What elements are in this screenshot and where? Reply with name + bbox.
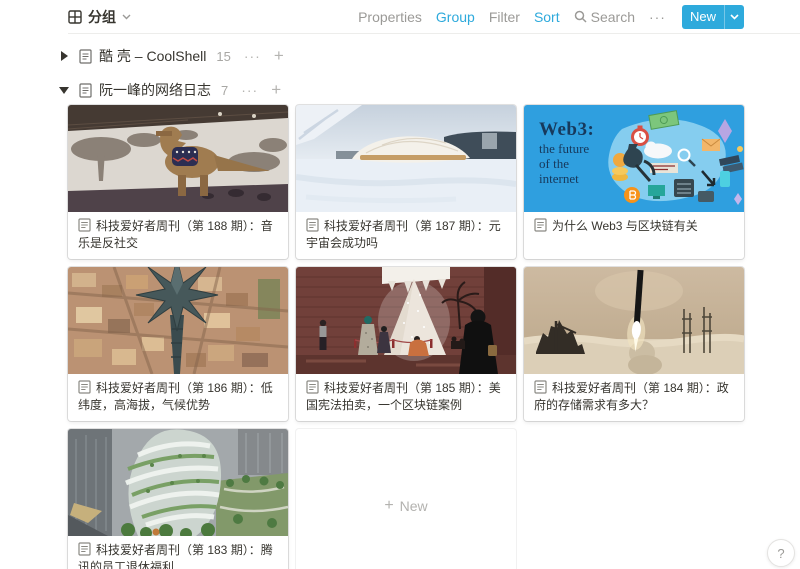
gallery-card[interactable]: 科技爱好者周刊（第 187 期）：元宇宙会成功吗	[296, 105, 516, 259]
card-title-row: 科技爱好者周刊（第 185 期）：美国宪法拍卖，一个区块链案例	[296, 374, 516, 418]
page-icon	[79, 83, 92, 98]
card-title: 科技爱好者周刊（第 184 期）：政府的存储需求有多大？	[534, 381, 729, 412]
question-mark-icon: ?	[777, 546, 784, 561]
card-title-row: 科技爱好者周刊（第 188 期）：音乐是反社交	[68, 212, 288, 256]
gallery-view-page: 分组 Properties Group Filter Sort Search ·…	[0, 0, 800, 569]
group-name[interactable]: 阮一峰的网络日志	[99, 80, 211, 100]
card-title-row: 科技爱好者周刊（第 183 期）：腾讯的员工退休福利	[68, 536, 288, 569]
plus-icon: +	[384, 497, 393, 515]
new-button-dropdown[interactable]	[724, 5, 744, 29]
card-title-row: 为什么 Web3 与区块链有关	[524, 212, 744, 239]
triangle-down-icon	[59, 87, 69, 94]
card-title: 科技爱好者周刊（第 186 期）：低纬度，高海拔，气候优势	[78, 381, 273, 412]
document-icon	[306, 218, 319, 232]
card-cover-rocket	[524, 267, 744, 374]
gallery-card[interactable]: 科技爱好者周刊（第 186 期）：低纬度，高海拔，气候优势	[68, 267, 288, 421]
group-name[interactable]: 酷 壳 – CoolShell	[99, 46, 206, 66]
group-button[interactable]: Group	[436, 9, 475, 25]
gallery-view-icon	[68, 10, 82, 24]
gallery-card[interactable]: 科技爱好者周刊（第 185 期）：美国宪法拍卖，一个区块链案例	[296, 267, 516, 421]
card-cover-helix-building	[68, 429, 288, 536]
group-count: 15	[216, 49, 230, 64]
properties-button[interactable]: Properties	[358, 9, 422, 25]
card-title-row: 科技爱好者周刊（第 187 期）：元宇宙会成功吗	[296, 212, 516, 256]
document-icon	[78, 542, 91, 556]
new-card-label: New	[400, 498, 428, 514]
triangle-right-icon	[61, 51, 68, 61]
filter-button[interactable]: Filter	[489, 9, 520, 25]
document-icon	[306, 380, 319, 394]
group-add-button[interactable]: +	[274, 49, 284, 63]
group-add-button[interactable]: +	[271, 83, 281, 97]
card-title-row: 科技爱好者周刊（第 184 期）：政府的存储需求有多大？	[524, 374, 744, 418]
group-header-coolshell: 酷 壳 – CoolShell 15 ··· +	[56, 43, 800, 69]
help-button[interactable]: ?	[767, 539, 795, 567]
card-title: 科技爱好者周刊（第 183 期）：腾讯的员工退休福利	[78, 543, 273, 569]
document-icon	[78, 218, 91, 232]
gallery-card[interactable]: 科技爱好者周刊（第 183 期）：腾讯的员工退休福利	[68, 429, 288, 569]
card-cover-plaza-teepee	[296, 267, 516, 374]
toolbar-actions: Properties Group Filter Sort Search ··· …	[358, 5, 744, 29]
gallery-card[interactable]: 科技爱好者周刊（第 184 期）：政府的存储需求有多大？	[524, 267, 744, 421]
document-icon	[534, 218, 547, 232]
empty-grid-cell	[524, 429, 744, 569]
new-button[interactable]: New	[682, 5, 744, 29]
card-title-row: 科技爱好者周刊（第 186 期）：低纬度，高海拔，气候优势	[68, 374, 288, 418]
view-toolbar: 分组 Properties Group Filter Sort Search ·…	[0, 0, 800, 33]
group-count: 7	[221, 83, 228, 98]
new-card-button[interactable]: + New	[296, 429, 516, 569]
search-button[interactable]: Search	[574, 9, 635, 25]
chevron-down-icon	[730, 14, 739, 20]
view-title: 分组	[88, 7, 116, 27]
gallery-card[interactable]: Web3: the future of the internet 为什么 Web…	[524, 105, 744, 259]
group-header-ruanyifeng: 阮一峰的网络日志 7 ··· +	[56, 77, 800, 103]
card-cover-city-star	[68, 267, 288, 374]
page-icon	[79, 49, 92, 64]
card-cover-web3: Web3: the future of the internet	[524, 105, 744, 212]
document-icon	[534, 380, 547, 394]
card-cover-snow-dome	[296, 105, 516, 212]
card-cover-trex-museum	[68, 105, 288, 212]
gallery-grid: 科技爱好者周刊（第 188 期）：音乐是反社交	[68, 105, 744, 569]
more-options-button[interactable]: ···	[649, 9, 666, 25]
search-label: Search	[591, 9, 635, 25]
card-title: 科技爱好者周刊（第 188 期）：音乐是反社交	[78, 219, 273, 250]
card-title: 科技爱好者周刊（第 185 期）：美国宪法拍卖，一个区块链案例	[306, 381, 501, 412]
view-switcher[interactable]: 分组	[68, 7, 131, 27]
group-collapse-toggle[interactable]	[56, 51, 72, 61]
group-collapse-toggle[interactable]	[56, 87, 72, 94]
group-more-button[interactable]: ···	[244, 48, 261, 64]
card-title: 为什么 Web3 与区块链有关	[552, 219, 698, 233]
document-icon	[78, 380, 91, 394]
gallery-card[interactable]: 科技爱好者周刊（第 188 期）：音乐是反社交	[68, 105, 288, 259]
cover-heading: Web3:	[539, 119, 594, 141]
card-title: 科技爱好者周刊（第 187 期）：元宇宙会成功吗	[306, 219, 501, 250]
toolbar-divider	[68, 33, 800, 34]
sort-button[interactable]: Sort	[534, 9, 560, 25]
group-more-button[interactable]: ···	[241, 82, 258, 98]
search-icon	[574, 10, 587, 23]
chevron-down-icon	[122, 14, 131, 20]
new-button-label: New	[682, 5, 724, 29]
card-cover-caption: Web3: the future of the internet	[539, 119, 594, 186]
